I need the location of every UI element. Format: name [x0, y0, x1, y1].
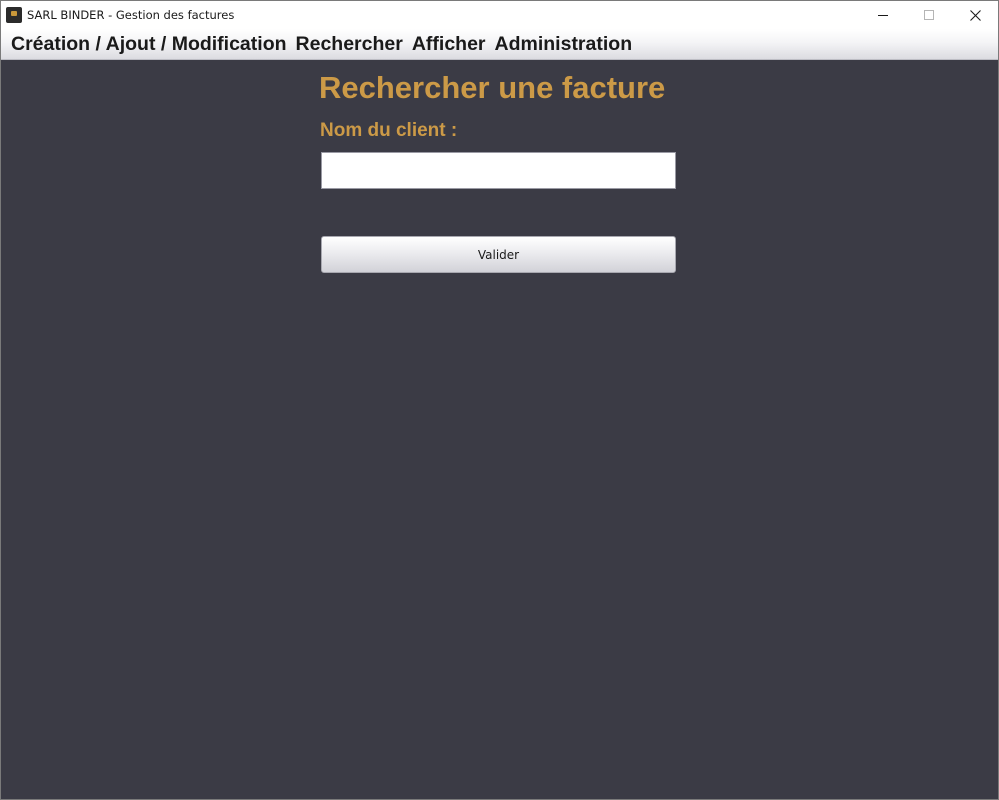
client-name-input[interactable]	[321, 152, 676, 189]
window-title: SARL BINDER - Gestion des factures	[27, 8, 235, 22]
close-button[interactable]	[952, 1, 998, 29]
minimize-button[interactable]	[860, 1, 906, 29]
title-bar[interactable]: SARL BINDER - Gestion des factures	[1, 1, 998, 29]
minimize-icon	[878, 15, 888, 16]
client-name-label: Nom du client :	[320, 120, 458, 141]
maximize-icon	[924, 10, 934, 20]
submit-button[interactable]: Valider	[321, 236, 676, 273]
page-title: Rechercher une facture	[319, 70, 666, 105]
menu-afficher[interactable]: Afficher	[412, 33, 486, 56]
close-icon	[969, 9, 981, 21]
menu-bar: Création / Ajout / Modification Recherch…	[1, 29, 998, 60]
search-invoice-panel: Rechercher une facture Nom du client : V…	[1, 61, 998, 799]
menu-creation-ajout-modification[interactable]: Création / Ajout / Modification	[11, 33, 287, 56]
app-window: SARL BINDER - Gestion des factures Créat…	[0, 0, 999, 800]
menu-rechercher[interactable]: Rechercher	[296, 33, 403, 56]
app-icon	[6, 7, 22, 23]
maximize-button[interactable]	[906, 1, 952, 29]
window-controls	[860, 1, 998, 29]
menu-administration[interactable]: Administration	[495, 33, 633, 56]
